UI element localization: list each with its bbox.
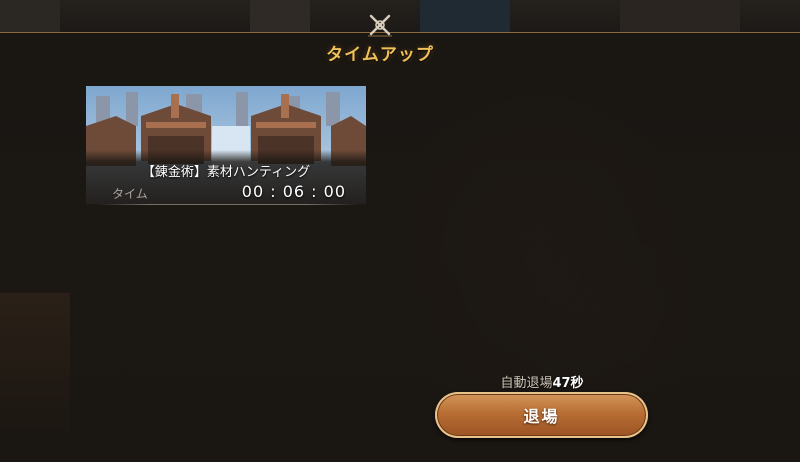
auto-exit-countdown: 自動退場47秒 — [436, 372, 648, 391]
page-title: タイムアップ — [326, 45, 434, 65]
top-scene-strip — [0, 0, 800, 32]
card-divider — [96, 204, 360, 205]
scene-window — [420, 0, 510, 32]
time-value: 00 : 06 : 00 — [241, 182, 346, 201]
auto-exit-suffix: 秒 — [570, 376, 584, 391]
scene-pillar — [0, 0, 60, 32]
scene-floor — [0, 293, 70, 433]
exit-button-label: 退場 — [523, 407, 560, 426]
time-label: タイム — [112, 187, 148, 201]
scene-pillar — [620, 0, 740, 32]
auto-exit-prefix: 自動退場 — [500, 376, 553, 391]
crossed-swords-icon — [368, 14, 392, 37]
auto-exit-seconds: 47 — [552, 376, 571, 391]
quest-result-card: 【錬金術】素材ハンティング タイム 00 : 06 : 00 — [86, 86, 366, 204]
quest-name: 【錬金術】素材ハンティング — [141, 165, 311, 180]
scene-pillar — [250, 0, 310, 32]
exit-button[interactable]: 退場 — [435, 392, 648, 438]
